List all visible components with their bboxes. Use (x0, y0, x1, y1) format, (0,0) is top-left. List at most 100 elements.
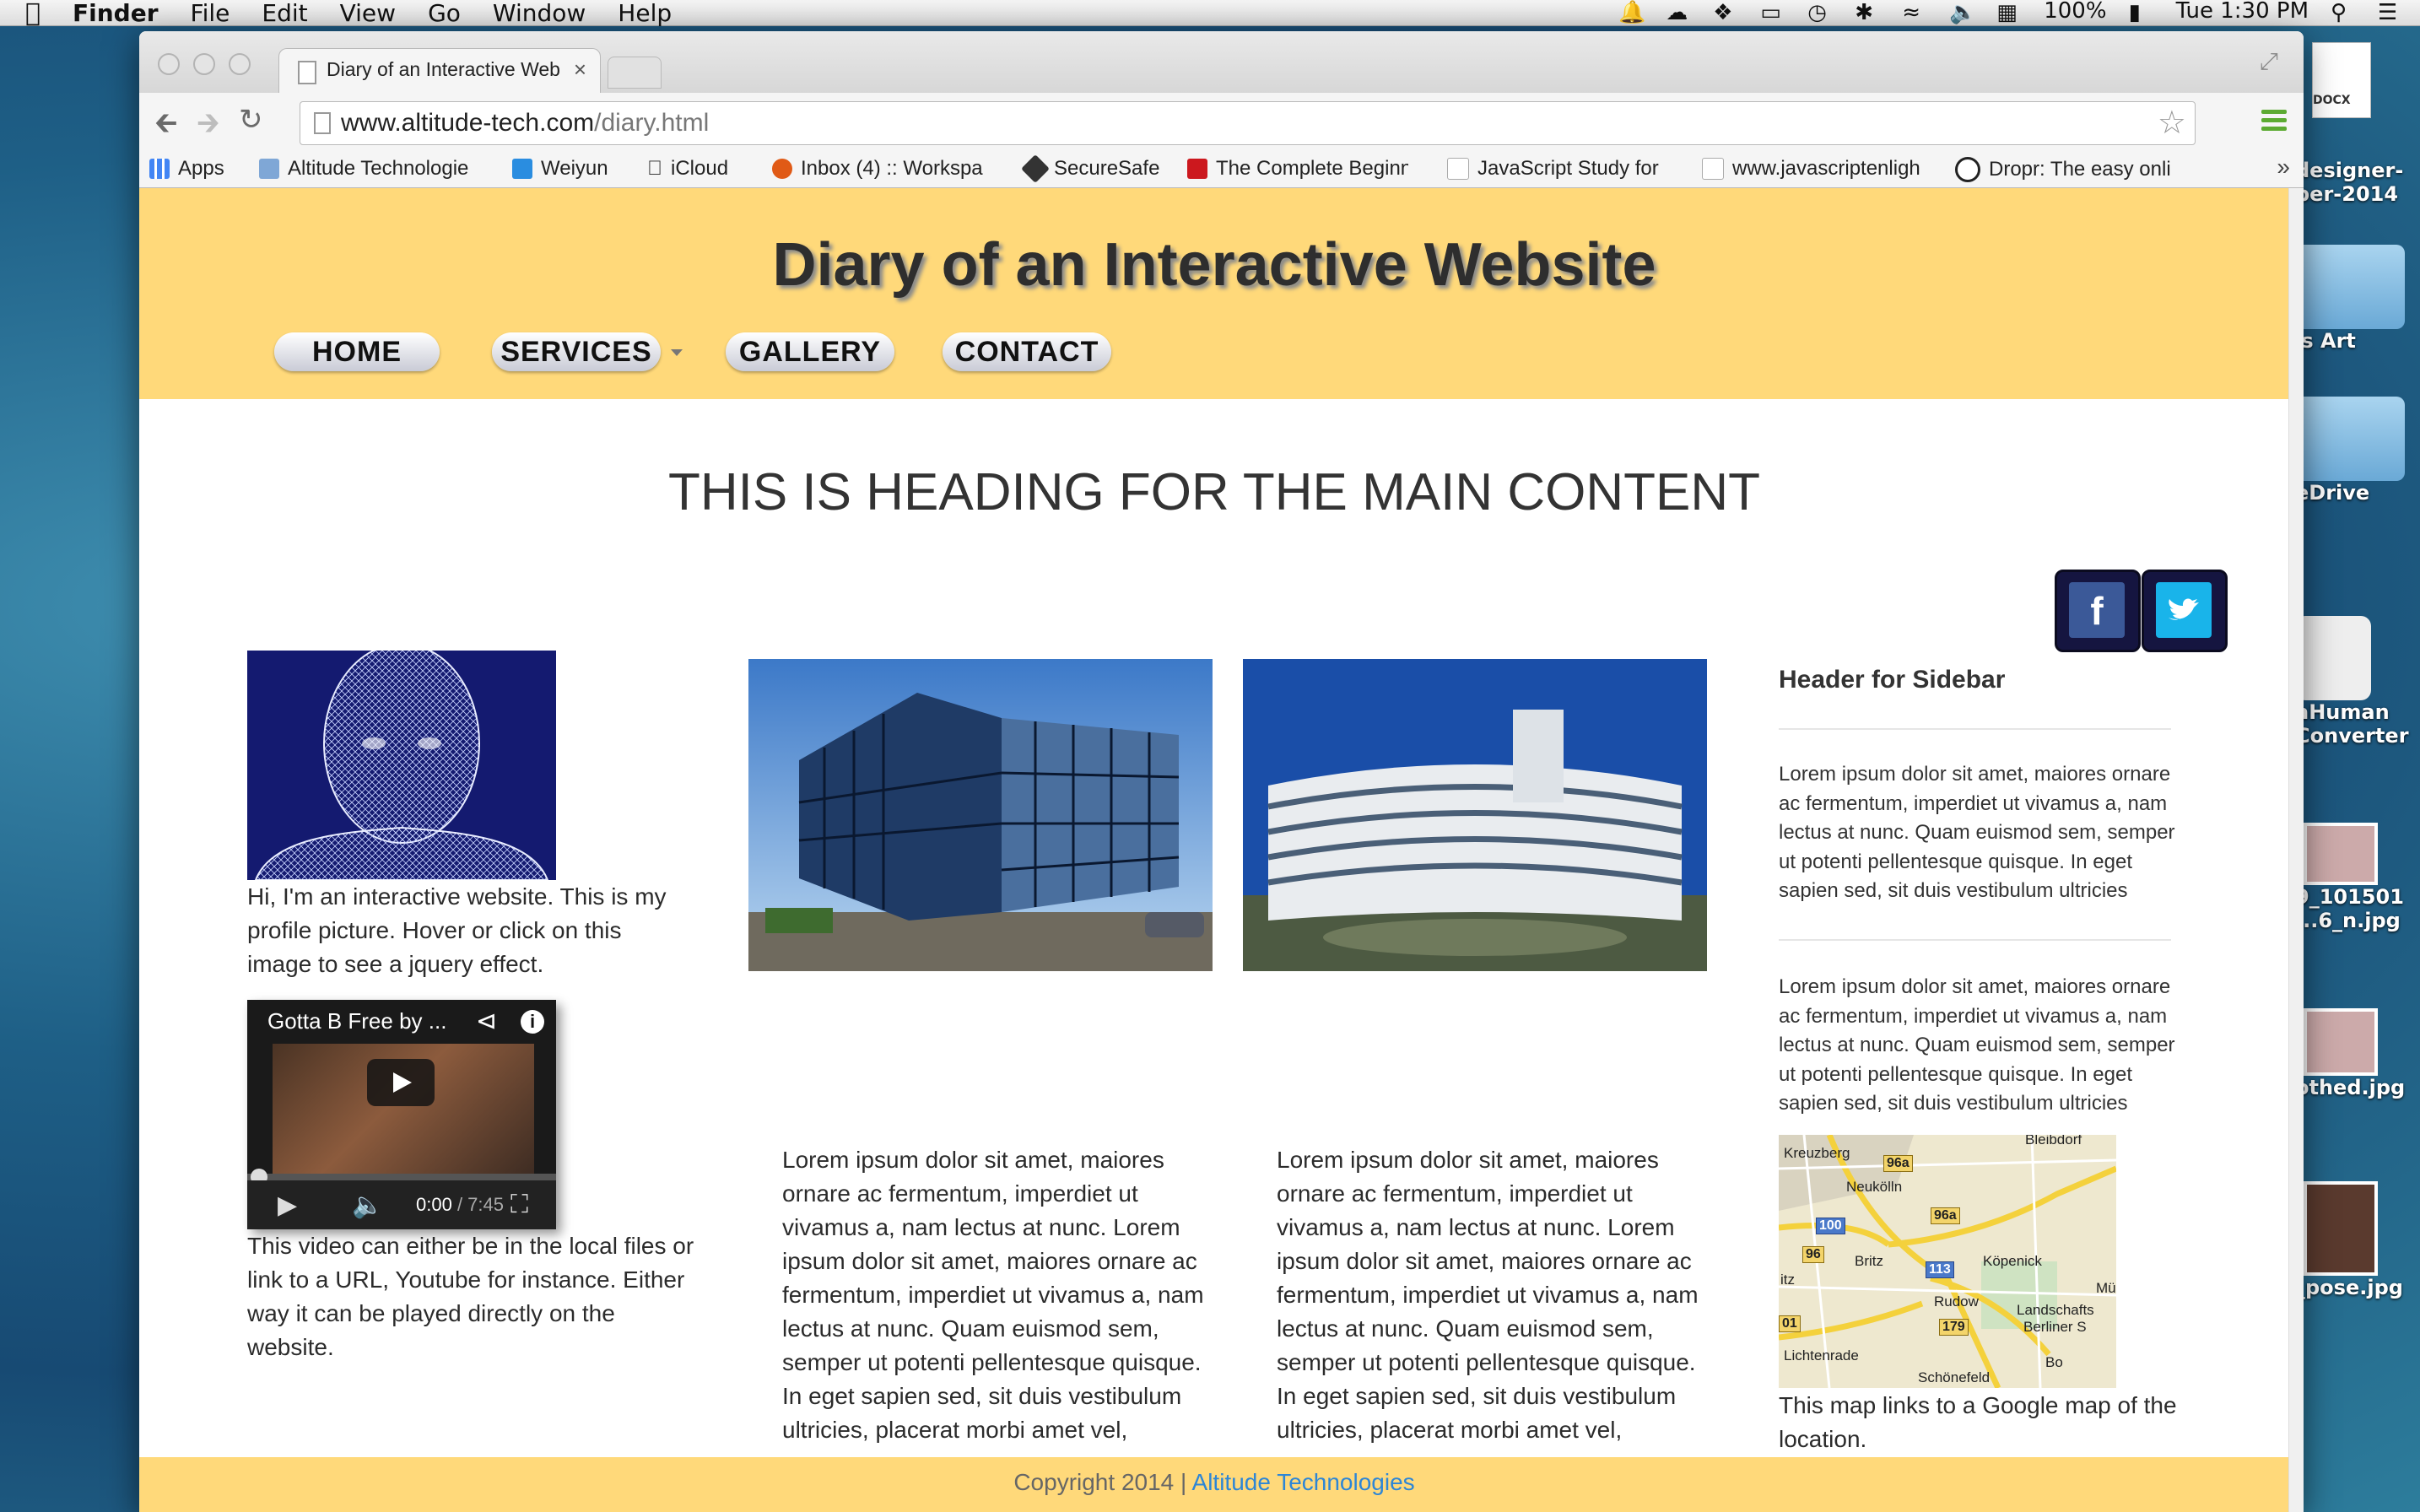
menu-go[interactable]: Go (428, 0, 461, 27)
app-icon (2295, 616, 2371, 700)
menu-file[interactable]: File (191, 0, 230, 27)
bookmark-apps[interactable]: Apps (149, 157, 224, 181)
menu-edit[interactable]: Edit (262, 0, 307, 27)
tab-diary[interactable]: Diary of an Interactive Web × (278, 48, 601, 94)
video-progress-bar[interactable] (247, 1174, 556, 1180)
nav-home[interactable]: HOME (274, 332, 440, 371)
desktop-image-1[interactable]: 9_101501 ...6_n.jpg (2295, 823, 2420, 932)
bookmark-weiyun[interactable]: Weiyun (512, 157, 608, 181)
sidebar-text-2: Lorem ipsum dolor sit amet, maiores orna… (1779, 975, 2175, 1115)
page-scrollbar[interactable] (2288, 188, 2304, 1512)
map-label: Bleibdorf (2025, 1135, 2082, 1148)
bookmark-star-icon[interactable]: ☆ (2158, 104, 2186, 142)
bookmark-javascriptenlightenment[interactable]: www.javascriptenligh (1702, 157, 1925, 181)
address-bar[interactable]: www.altitude-tech.com/diary.html ☆ (300, 101, 2196, 145)
notification-center-icon[interactable]: ☰ (2378, 0, 2403, 25)
map-label: Köpenick (1983, 1253, 2042, 1269)
column-text-2: Lorem ipsum dolor sit amet, maiores orna… (1277, 1147, 1699, 1443)
battery-icon[interactable]: ▮ (2129, 0, 2154, 25)
battery-percent[interactable]: 100% (2044, 0, 2106, 24)
site-header: Diary of an Interactive Website HOME SER… (139, 188, 2289, 399)
tab-title: Diary of an Interactive Web (327, 58, 560, 80)
close-window-button[interactable] (158, 53, 180, 75)
building-photo-2[interactable] (1243, 659, 1707, 971)
nav-services[interactable]: SERVICES (492, 332, 683, 371)
nav-contact[interactable]: CONTACT (943, 332, 1111, 371)
profile-picture[interactable] (247, 651, 556, 880)
map-label: Rudow (1934, 1293, 1979, 1310)
wifi-icon[interactable]: ≈ (1902, 0, 1927, 25)
wireframe-head-image (254, 651, 549, 880)
bookmark-dropr[interactable]: Dropr: The easy onli (1955, 157, 2188, 182)
back-arrow-icon[interactable]: 🡰 (154, 103, 178, 151)
desktop-image-3[interactable]: _pose.jpg (2295, 1181, 2420, 1299)
desktop-docx-file[interactable]: DOCX (2295, 42, 2420, 118)
zoom-window-button[interactable] (229, 53, 251, 75)
menu-help[interactable]: Help (618, 0, 672, 27)
bookmark-javascript-study[interactable]: JavaScript Study for (1447, 157, 1661, 181)
desktop-item-label: _pose.jpg (2295, 1276, 2403, 1299)
reload-icon[interactable]: ↻ (239, 103, 263, 137)
desktop-folder-art[interactable]: 's Art (2295, 245, 2420, 353)
chevron-down-icon (671, 349, 683, 356)
folder-icon (2295, 245, 2405, 329)
fullscreen-icon[interactable]: ⤢ (2260, 48, 2278, 76)
fullscreen-icon[interactable]: ⛶ (510, 1191, 528, 1219)
video-player[interactable]: Gotta B Free by ... ⊲ i ▶ 🔈 0:00 / 7:45 … (247, 1000, 556, 1229)
input-source-icon[interactable]: ▦ (1996, 0, 2022, 25)
apple-menu-icon[interactable]:  (25, 0, 41, 28)
tab-close-icon[interactable]: × (574, 57, 586, 83)
browser-toolbar: 🡰 🡲 ↻ www.altitude-tech.com/diary.html ☆ (139, 93, 2304, 152)
map-label: Kreuzberg (1784, 1145, 1850, 1161)
nav-services-label: SERVICES (500, 336, 652, 368)
airplay-icon[interactable]: ▭ (1760, 0, 1785, 25)
chrome-menu-icon[interactable] (2261, 110, 2287, 135)
notification-bell-icon[interactable]: 🔔 (1618, 0, 1645, 25)
route-shield: 100 (1816, 1218, 1845, 1234)
building-photo-1[interactable] (748, 659, 1213, 971)
location-map[interactable]: Kreuzberg Neukölln Britz Rudow Köpenick … (1779, 1135, 2116, 1388)
desktop-image-2[interactable]: othed.jpg (2295, 1008, 2420, 1099)
minimize-window-button[interactable] (193, 53, 215, 75)
dropbox-icon[interactable]: ❖ (1713, 0, 1738, 25)
bookmark-icloud[interactable]:  iCloud (647, 157, 728, 181)
play-overlay-button[interactable] (367, 1059, 435, 1106)
spotlight-icon[interactable]: ⚲ (2331, 0, 2356, 25)
route-shield: 96a (1931, 1207, 1960, 1224)
facebook-button[interactable]: f (2055, 570, 2141, 652)
tab-strip: Diary of an Interactive Web × ⤢ (139, 31, 2304, 94)
volume-icon[interactable]: 🔈 (1949, 0, 1976, 25)
volume-icon[interactable]: 🔈 (352, 1191, 383, 1220)
map-label: Britz (1855, 1253, 1883, 1269)
map-label: Schönefeld (1918, 1369, 1991, 1385)
menu-finder[interactable]: Finder (73, 0, 159, 27)
url-text[interactable]: www.altitude-tech.com/diary.html (341, 109, 709, 138)
share-icon[interactable]: ⊲ (476, 1007, 497, 1036)
footer-link-altitude[interactable]: Altitude Technologies (1192, 1469, 1415, 1495)
menu-view[interactable]: View (340, 0, 396, 27)
menubar-clock[interactable]: Tue 1:30 PM (2176, 0, 2309, 24)
bookmark-inbox[interactable]: Inbox (4) :: Workspa (772, 157, 995, 181)
new-tab-button[interactable] (608, 57, 662, 89)
cloud-folder-icon (2295, 397, 2405, 481)
site-title: Diary of an Interactive Website (772, 231, 1656, 299)
forward-arrow-icon[interactable]: 🡲 (197, 103, 220, 151)
time-machine-icon[interactable]: ◷ (1807, 0, 1833, 25)
play-icon[interactable]: ▶ (278, 1191, 297, 1220)
twitter-button[interactable] (2142, 570, 2228, 652)
nav-gallery[interactable]: GALLERY (726, 332, 894, 371)
bookmark-altitude[interactable]: Altitude Technologie (259, 157, 482, 181)
bookmarks-overflow-icon[interactable]: » (2277, 154, 2290, 181)
menu-window[interactable]: Window (493, 0, 586, 27)
bookmark-complete-beginner[interactable]: The Complete Beginn (1187, 157, 1408, 181)
bluetooth-icon[interactable]: ✱ (1855, 0, 1880, 25)
route-shield: 96a (1883, 1155, 1913, 1172)
info-icon[interactable]: i (521, 1010, 544, 1034)
bookmark-securesafe[interactable]: SecureSafe (1021, 154, 1159, 183)
video-title[interactable]: Gotta B Free by ... (267, 1008, 446, 1034)
desktop-folder-drive[interactable]: eDrive (2295, 397, 2420, 505)
desktop-item-designer[interactable]: designer- per-2014 (2295, 159, 2420, 206)
desktop-app-converter[interactable]: aHuman Converter (2295, 616, 2420, 748)
sidebar-divider (1779, 939, 2171, 941)
creative-cloud-icon[interactable]: ☁ (1666, 0, 1691, 25)
